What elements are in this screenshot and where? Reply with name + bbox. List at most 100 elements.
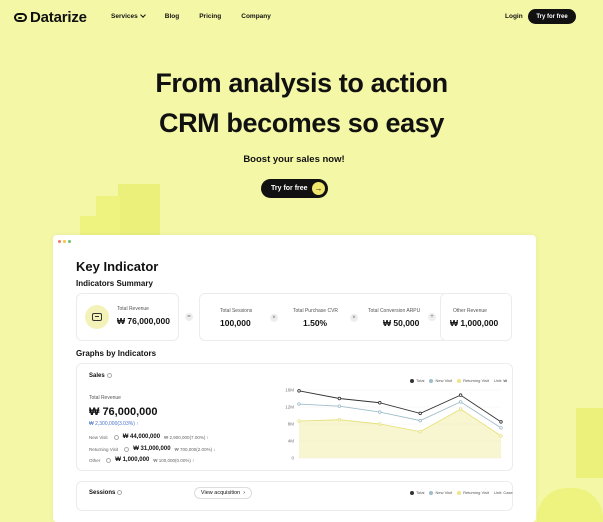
data-point[interactable] (418, 411, 422, 416)
deco-block (80, 216, 100, 236)
sessions-title: Sessions (89, 490, 123, 496)
metric-value: 1.50% (303, 318, 328, 328)
nav-link-pricing[interactable]: Pricing (199, 13, 221, 20)
data-point[interactable] (458, 400, 463, 404)
login-link[interactable]: Login (505, 13, 523, 20)
metric-label: Total Conversion ARPU (368, 308, 421, 314)
data-point[interactable] (458, 407, 463, 411)
try-for-free-hero-button[interactable]: Try for free → (261, 179, 328, 198)
y-tick-label: 8M (288, 422, 295, 427)
y-tick-label: 12M (285, 405, 294, 410)
top-nav: Datarize Services Blog Pricing Company L… (0, 0, 603, 34)
sales-title: Sales (89, 373, 112, 379)
nav-link-company[interactable]: Company (241, 13, 271, 20)
sessions-panel: Sessions View acquisition › Total New Vis… (76, 481, 513, 511)
data-point[interactable] (378, 422, 382, 426)
deco-block (537, 488, 603, 522)
legend-dot-icon (429, 490, 434, 495)
data-point[interactable] (418, 418, 422, 423)
legend-dot-icon (429, 378, 434, 383)
key-indicator-title: Key Indicator (76, 259, 159, 274)
legend-returning: Returning Visit (457, 378, 489, 383)
data-point[interactable] (418, 429, 422, 434)
graphs-by-indicators-title: Graphs by Indicators (76, 349, 157, 358)
data-point[interactable] (499, 426, 503, 430)
total-revenue-value: ₩ 76,000,000 (117, 316, 170, 326)
legend-total: Total (410, 378, 424, 383)
legend-new: New Visit (429, 490, 452, 495)
sessions-legend: Total New Visit Returning Visit Unit: Ca… (410, 490, 513, 495)
sales-total-value: ₩ 76,000,000 (89, 406, 158, 418)
data-point[interactable] (297, 419, 301, 423)
chevron-right-icon: › (243, 490, 246, 496)
legend-unit: Unit: ₩ (494, 378, 508, 383)
data-point[interactable] (499, 420, 503, 424)
metric-value: 100,000 (220, 318, 251, 328)
try-for-free-nav-button[interactable]: Try for free (528, 9, 576, 24)
data-point[interactable] (378, 410, 382, 414)
hero-button-label: Try for free (271, 185, 308, 192)
equals-icon: = (185, 313, 193, 321)
hero-title-line1: From analysis to action (155, 68, 448, 98)
window-dot-icon (68, 240, 71, 243)
sales-panel: Sales Total Revenue ₩ 76,000,000 ₩ 2,300… (76, 363, 513, 471)
y-tick-label: 4M (288, 439, 295, 444)
multiply-icon: × (350, 314, 358, 322)
multiply-icon: × (270, 314, 278, 322)
metric-value: ₩ 50,000 (383, 318, 420, 328)
logo[interactable]: Datarize (14, 9, 87, 26)
data-point[interactable] (499, 434, 503, 438)
info-icon[interactable] (113, 434, 119, 440)
sales-line-chart: 16M 12M 8M 4M 0 (285, 388, 503, 461)
nav-links: Services Blog Pricing Company (111, 12, 271, 20)
deco-block (118, 184, 160, 236)
breakdown-row: New Visit ₩ 44,000,000 ₩ 2,900,000(7.00%… (89, 434, 209, 440)
window-dot-icon (58, 240, 61, 243)
legend-new: New Visit (429, 378, 452, 383)
data-point[interactable] (378, 401, 382, 405)
metric-value: ₩ 1,000,000 (450, 318, 499, 328)
logo-text: Datarize (30, 9, 87, 26)
sales-total-label: Total Revenue (89, 395, 121, 401)
breakdown-row: Other ₩ 1,000,000 ₩ 100,000(0.00%) ↑ (89, 457, 195, 463)
metric-label: Total Sessions (220, 308, 253, 314)
y-tick-label: 16M (285, 388, 294, 393)
info-icon[interactable] (124, 446, 130, 452)
hero-subtitle: Boost your sales now! (243, 154, 345, 165)
data-point[interactable] (337, 404, 342, 408)
nav-link-services[interactable]: Services (111, 12, 146, 20)
legend-dot-icon (410, 378, 414, 383)
legend-dot-icon (457, 490, 462, 495)
arrow-right-icon: → (312, 182, 325, 195)
dashboard-card: Key Indicator Indicators Summary Total R… (53, 235, 536, 522)
info-icon[interactable] (106, 373, 112, 378)
plus-icon: + (428, 313, 436, 321)
info-icon[interactable] (117, 490, 123, 495)
logo-icon (14, 13, 27, 22)
info-icon[interactable] (106, 457, 112, 463)
window-dots (58, 240, 71, 243)
total-revenue-card: Total Revenue ₩ 76,000,000 (76, 293, 179, 341)
metric-label: Other Revenue (453, 308, 487, 314)
breakdown-row: Returning Visit ₩ 31,000,000 ₩ 700,000(2… (89, 446, 216, 452)
view-acquisition-button[interactable]: View acquisition › (194, 487, 252, 499)
wallet-icon (85, 305, 109, 329)
data-point[interactable] (458, 393, 463, 397)
sales-total-change: ₩ 2,300,000(3.03%) ↑ (89, 421, 139, 427)
legend-dot-icon (457, 378, 462, 383)
data-point[interactable] (337, 396, 342, 401)
window-dot-icon (63, 240, 66, 243)
nav-link-blog[interactable]: Blog (165, 13, 179, 20)
indicators-summary-title: Indicators Summary (76, 279, 153, 288)
legend-total: Total (410, 490, 424, 495)
other-revenue-card: Other Revenue ₩ 1,000,000 (440, 293, 512, 341)
data-point[interactable] (297, 402, 301, 406)
data-point[interactable] (337, 418, 342, 422)
deco-block (576, 408, 603, 478)
hero-title-line2: CRM becomes so easy (158, 108, 445, 138)
legend-returning: Returning Visit (457, 490, 489, 495)
legend-dot-icon (410, 490, 414, 495)
metric-label: Total Purchase CVR (293, 308, 339, 314)
chevron-down-icon (139, 12, 146, 18)
data-point[interactable] (297, 389, 301, 393)
